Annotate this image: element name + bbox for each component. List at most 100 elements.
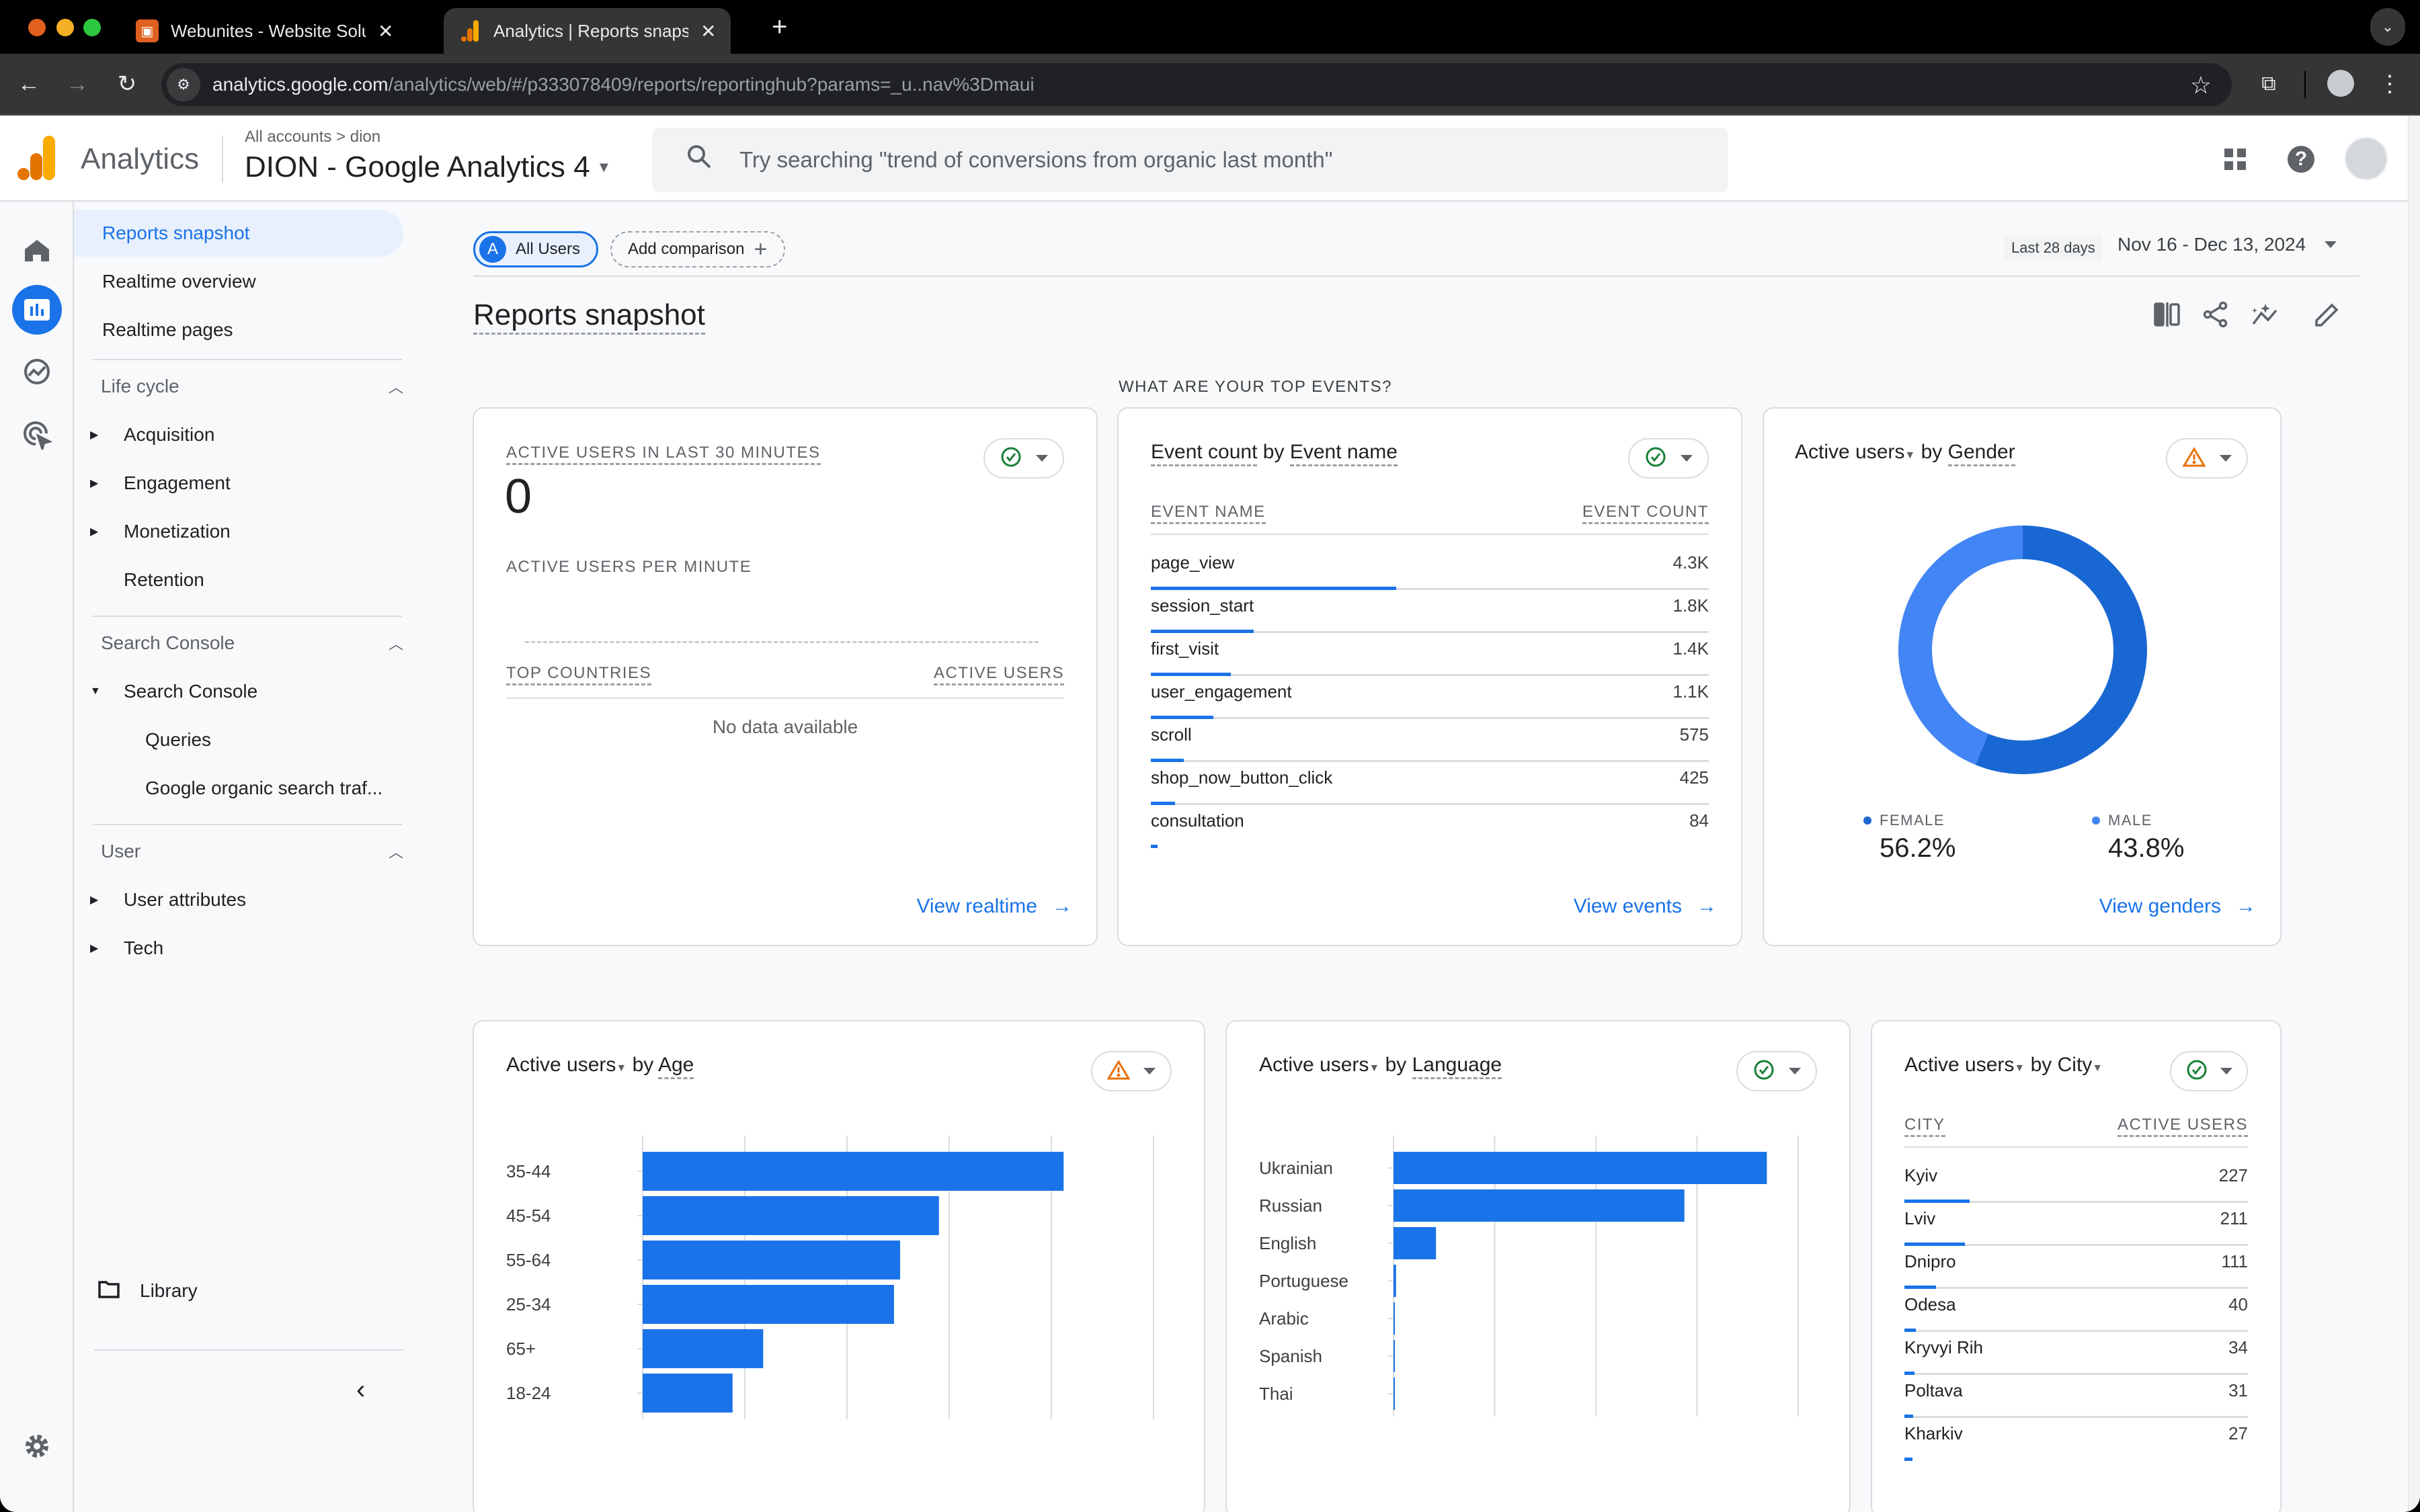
y-category-label: Arabic — [1259, 1308, 1309, 1329]
bar-65+ — [643, 1329, 764, 1368]
metric-selector[interactable]: Event count — [1151, 441, 1258, 466]
dimension-selector[interactable]: Age — [657, 1054, 694, 1079]
data-quality-button[interactable] — [2170, 1051, 2248, 1091]
dimension-selector[interactable]: Event name — [1289, 441, 1398, 466]
table-divider — [506, 698, 1064, 699]
table-row[interactable]: Kharkiv 27 — [1904, 1418, 2248, 1461]
view-realtime-link[interactable]: View realtime → — [916, 895, 1072, 918]
date-range-picker[interactable]: Nov 16 - Dec 13, 2024 — [2118, 234, 2337, 255]
gender-donut-chart — [1898, 526, 2147, 774]
back-icon[interactable]: ← — [12, 67, 46, 101]
check-circle-icon — [2186, 1059, 2208, 1084]
top-countries-header[interactable]: TOP COUNTRIES — [506, 664, 651, 685]
window-minimize-button[interactable] — [56, 19, 74, 36]
site-settings-icon[interactable]: ⚙ — [167, 68, 200, 101]
segment-chip-all-users[interactable]: A All Users — [473, 231, 598, 267]
segment-badge: A — [479, 236, 506, 263]
browser-tab[interactable]: ▣ Webunites - Website Solution ✕ — [121, 8, 408, 54]
date-range-value: Nov 16 - Dec 13, 2024 — [2118, 234, 2306, 255]
insights-icon[interactable] — [2251, 301, 2280, 331]
city-active-users-header[interactable]: ACTIVE USERS — [2117, 1116, 2248, 1137]
data-quality-button[interactable] — [2166, 438, 2248, 478]
y-category-label: 35-44 — [506, 1161, 551, 1181]
browser-menu-icon[interactable]: ⋮ — [2373, 67, 2407, 101]
bookmark-star-icon[interactable]: ☆ — [2190, 71, 2212, 99]
table-divider — [1151, 534, 1709, 535]
table-row[interactable]: Kyiv 227 — [1904, 1160, 2248, 1203]
window-zoom-button[interactable] — [83, 19, 101, 36]
active-users-header[interactable]: ACTIVE USERS — [933, 664, 1064, 685]
tab-title: Analytics | Reports snapshot — [493, 20, 688, 41]
dimension-selector[interactable]: Language — [1412, 1054, 1502, 1079]
metric-selector[interactable]: Active users — [1795, 441, 1904, 463]
dimension-selector[interactable]: City — [2058, 1054, 2093, 1076]
data-quality-button[interactable] — [1736, 1051, 1817, 1091]
row-value: 111 — [2221, 1251, 2248, 1271]
metric-selector[interactable]: Active users — [1259, 1054, 1369, 1076]
share-icon[interactable] — [2202, 301, 2229, 331]
metric-selector[interactable]: Active users — [506, 1054, 616, 1076]
table-row[interactable]: scroll 575 — [1151, 719, 1709, 762]
legend-value: 56.2% — [1880, 833, 1956, 863]
y-category-label: English — [1259, 1233, 1316, 1253]
data-quality-button[interactable] — [1091, 1051, 1172, 1091]
legend-label: FEMALE — [1880, 812, 1945, 829]
bar-55-64 — [643, 1241, 901, 1279]
table-row[interactable]: Dnipro 111 — [1904, 1246, 2248, 1289]
table-row[interactable]: first_visit 1.4K — [1151, 633, 1709, 676]
row-label: Kyiv — [1904, 1165, 1938, 1185]
data-quality-button[interactable] — [1628, 438, 1709, 478]
tab-search-chevron-icon[interactable]: ⌄ — [2370, 8, 2405, 46]
y-category-label: Portuguese — [1259, 1271, 1348, 1291]
section-label: WHAT ARE YOUR TOP EVENTS? — [1119, 378, 1392, 396]
bar-spanish — [1394, 1340, 1395, 1372]
tab-title: Webunites - Website Solution — [171, 20, 366, 41]
table-row[interactable]: user_engagement 1.1K — [1151, 676, 1709, 719]
realtime-card-title[interactable]: ACTIVE USERS IN LAST 30 MINUTES — [506, 444, 821, 465]
table-row[interactable]: page_view 4.3K — [1151, 547, 1709, 590]
row-value: 34 — [2228, 1337, 2248, 1357]
row-value: 425 — [1679, 767, 1709, 788]
table-row[interactable]: shop_now_button_click 425 — [1151, 762, 1709, 805]
y-category-label: Thai — [1259, 1384, 1293, 1404]
y-category-label: Russian — [1259, 1195, 1322, 1216]
bar-25-34 — [643, 1285, 894, 1324]
row-label: Kryvyi Rih — [1904, 1337, 1984, 1357]
row-value: 575 — [1679, 724, 1709, 745]
view-events-link[interactable]: View events → — [1574, 895, 1717, 918]
profile-avatar[interactable] — [2327, 70, 2354, 97]
view-genders-link[interactable]: View genders → — [2099, 895, 2256, 918]
data-quality-button[interactable] — [983, 438, 1064, 478]
browser-tab-active[interactable]: Analytics | Reports snapshot ✕ — [444, 8, 731, 54]
city-header[interactable]: CITY — [1904, 1116, 1945, 1137]
table-row[interactable]: Lviv 211 — [1904, 1203, 2248, 1246]
event-count-header[interactable]: EVENT COUNT — [1582, 503, 1709, 524]
close-tab-icon[interactable]: ✕ — [700, 20, 716, 42]
reload-icon[interactable]: ↻ — [110, 67, 144, 101]
dimension-selector[interactable]: Gender — [1947, 441, 2015, 466]
event-name-header[interactable]: EVENT NAME — [1151, 503, 1266, 524]
customize-report-icon[interactable] — [2154, 301, 2181, 331]
table-row[interactable]: session_start 1.8K — [1151, 590, 1709, 633]
edit-pencil-icon[interactable] — [2312, 301, 2339, 331]
table-row[interactable]: Odesa 40 — [1904, 1289, 2248, 1332]
table-row[interactable]: Poltava 31 — [1904, 1375, 2248, 1418]
add-comparison-button[interactable]: Add comparison + — [610, 231, 785, 267]
page-scrollbar[interactable] — [2408, 116, 2420, 1512]
table-row[interactable]: Kryvyi Rih 34 — [1904, 1332, 2248, 1375]
age-bar-chart: 05010015020025035-4445-5455-6425-3465+18… — [506, 1136, 1154, 1419]
row-value: 227 — [2218, 1165, 2248, 1185]
y-category-label: 45-54 — [506, 1206, 551, 1226]
table-row[interactable]: consultation 84 — [1151, 805, 1709, 848]
row-label: first_visit — [1151, 638, 1219, 659]
close-tab-icon[interactable]: ✕ — [378, 20, 393, 42]
extensions-icon[interactable]: ⧉ — [2252, 67, 2286, 101]
y-category-label: 55-64 — [506, 1250, 551, 1270]
forward-icon[interactable]: → — [61, 67, 94, 101]
window-close-button[interactable] — [28, 19, 46, 36]
metric-selector[interactable]: Active users — [1904, 1054, 2014, 1076]
new-tab-icon[interactable]: + — [772, 12, 787, 42]
address-bar[interactable]: ⚙ analytics.google.com/analytics/web/#/p… — [161, 63, 2232, 106]
events-card-title: Event count by Event name — [1151, 441, 1398, 466]
url-text: analytics.google.com/analytics/web/#/p33… — [212, 74, 1035, 95]
